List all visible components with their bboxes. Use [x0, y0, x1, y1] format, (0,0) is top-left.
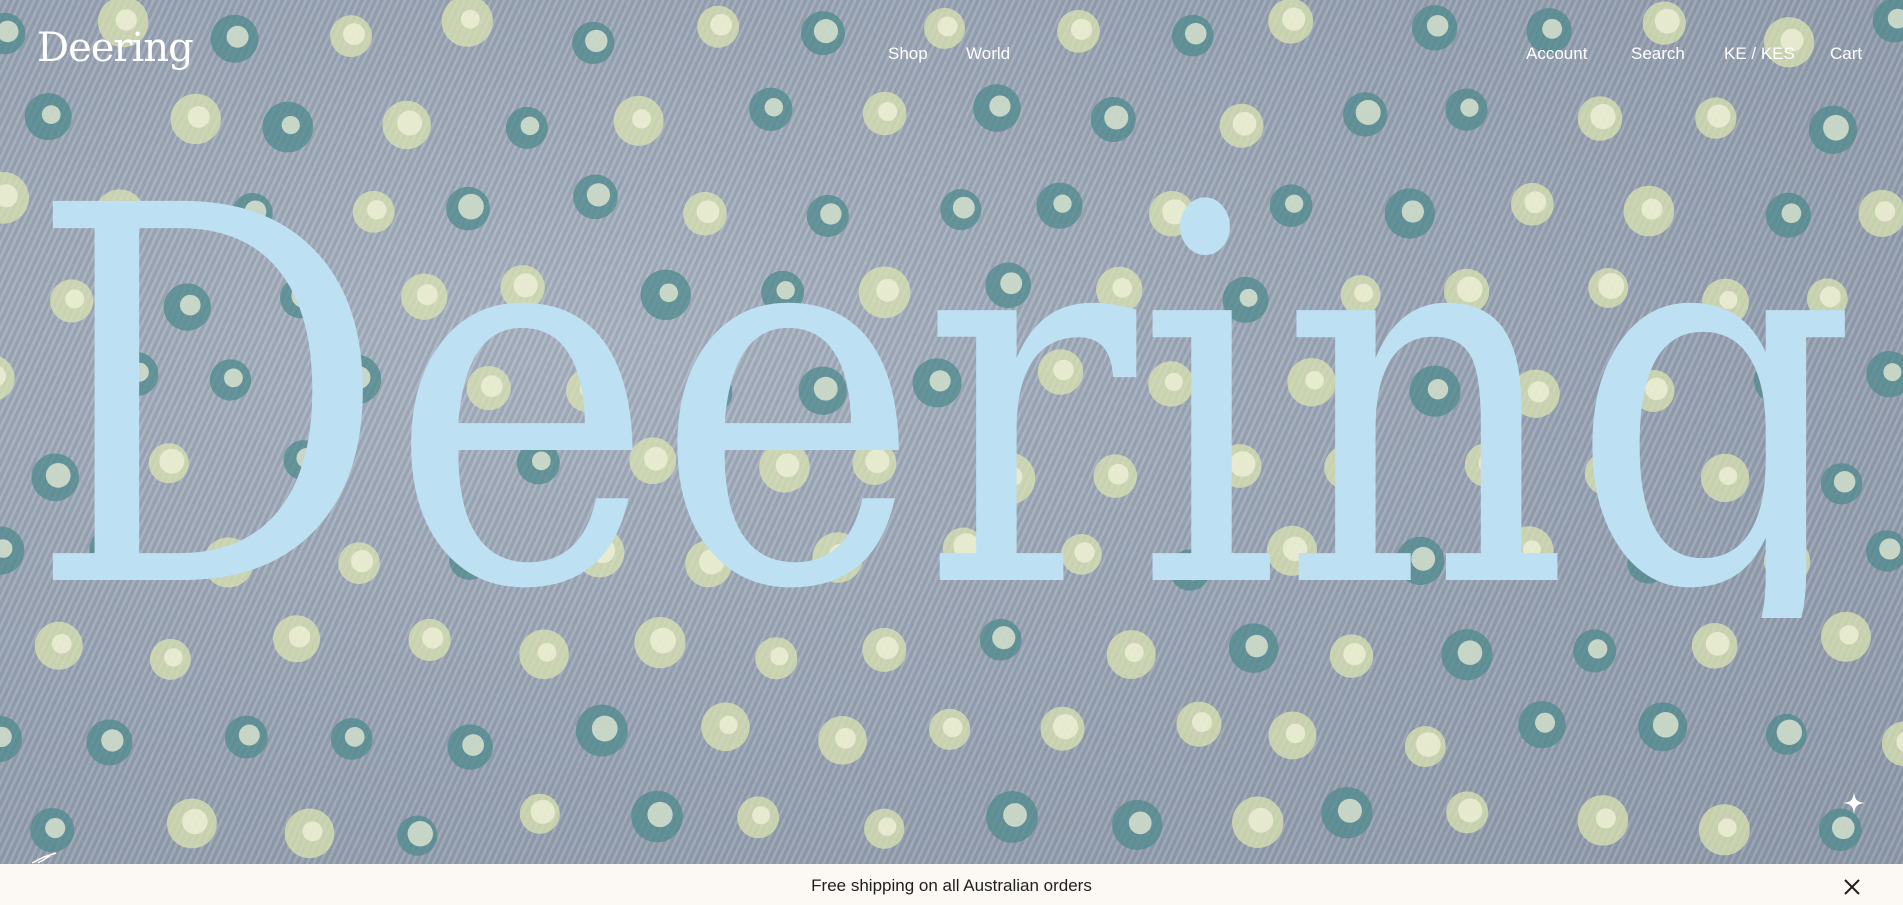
cart-link[interactable]: Cart — [1830, 44, 1862, 64]
account-link[interactable]: Account — [1526, 44, 1587, 64]
hero-wordmark: Deering — [28, 118, 1858, 618]
nav-world[interactable]: World — [966, 44, 1010, 64]
svg-text:Deering: Deering — [28, 118, 1858, 618]
locale-selector[interactable]: KE / KES — [1724, 44, 1795, 64]
nav-shop[interactable]: Shop — [888, 44, 928, 64]
corner-mark-icon — [31, 852, 57, 864]
announcement-text: Free shipping on all Australian orders — [811, 876, 1092, 895]
announcement-bar: Free shipping on all Australian orders — [0, 864, 1903, 905]
site-logo[interactable]: Deering — [37, 28, 194, 68]
search-link[interactable]: Search — [1631, 44, 1685, 64]
sparkle-icon[interactable] — [1843, 792, 1865, 814]
hero-banner: Deering Deering Shop World Account Searc… — [0, 0, 1903, 864]
close-icon[interactable] — [1839, 874, 1865, 900]
page: Deering Deering Shop World Account Searc… — [0, 0, 1903, 905]
